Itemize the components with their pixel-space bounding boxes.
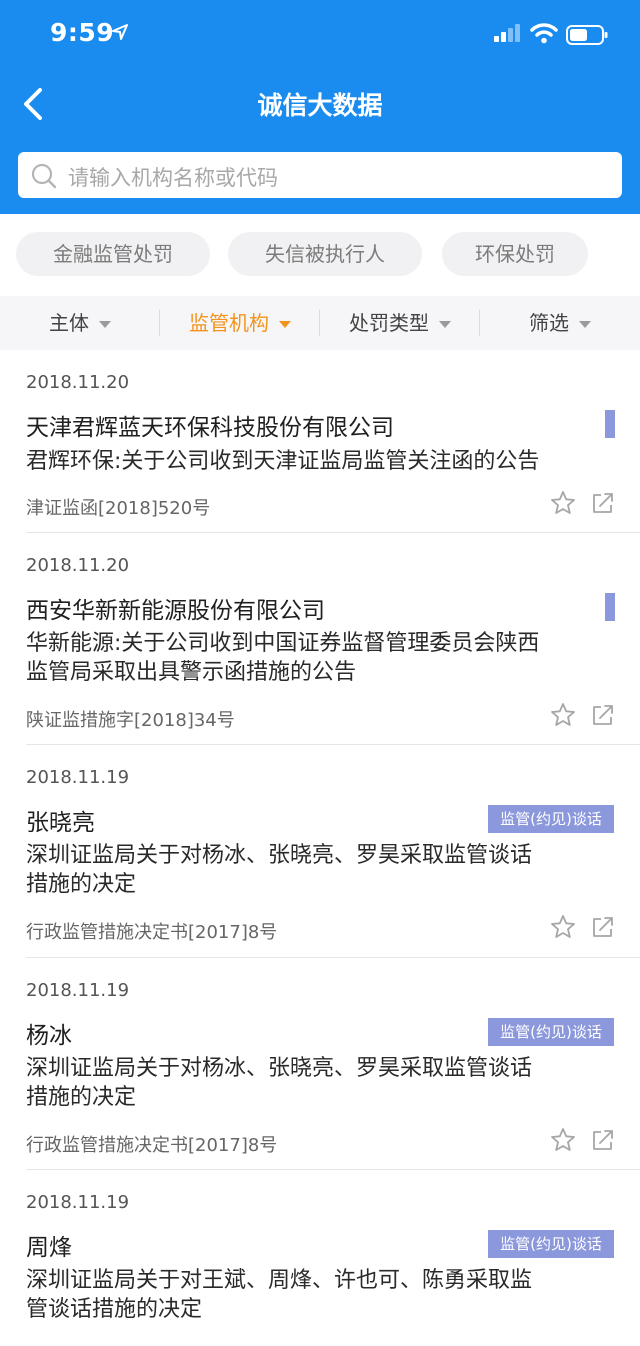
filter-label: 监管机构 [189,311,269,335]
search-input[interactable]: 请输入机构名称或代码 [18,152,622,198]
chip-environmental-penalty[interactable]: 环保处罚 [442,232,588,276]
item-description-line: 君辉环保:关于公司收到天津证监局监管关注函的公告 [26,449,540,474]
item-description: 深圳证监局关于对王斌、周烽、许也可、陈勇采取监 管谈话措施的决定 [26,1266,616,1324]
list-item[interactable]: 2018.11.19 张晓亮 监管(约见)谈话 深圳证监局关于对杨冰、张晓亮、罗… [0,745,640,958]
list-item[interactable]: 2018.11.20 天津君辉蓝天环保科技股份有限公司 君辉环保:关于公司收到天… [0,350,640,533]
chip-financial-penalty[interactable]: 金融监管处罚 [16,232,210,276]
category-chips: 金融监管处罚 失信被执行人 环保处罚 [0,214,640,296]
share-icon[interactable] [590,702,616,728]
item-description-line: 深圳证监局关于对王斌、周烽、许也可、陈勇采取监 [26,1268,533,1293]
chip-dishonest-debtor[interactable]: 失信被执行人 [228,232,422,276]
list-item[interactable]: 2018.11.20 西安华新新能源股份有限公司 华新能源:关于公司收到中国证券… [0,533,640,745]
status-badge: 监管(约见)谈话 [488,1018,614,1046]
search-placeholder: 请输入机构名称或代码 [68,166,278,190]
share-icon[interactable] [590,914,616,940]
item-entity: 杨冰 [26,1023,72,1049]
star-icon[interactable] [550,1127,576,1153]
item-description-line: 深圳证监局关于对杨冰、张晓亮、罗昊采取监管谈话 [26,1056,533,1081]
item-description: 君辉环保:关于公司收到天津证监局监管关注函的公告 [26,447,616,476]
status-time: 9:59 [50,18,115,47]
item-description-line: 管谈话措施的决定 [26,1297,203,1322]
status-badge: 监管(约见)谈话 [488,1230,614,1258]
app-header: 9:59 诚信大数据 请输入机构名称或代码 [0,0,640,214]
caret-down-icon [279,321,291,328]
filter-label: 筛选 [529,311,569,335]
caret-down-icon [439,321,451,328]
share-icon[interactable] [590,1127,616,1153]
item-date: 2018.11.19 [26,980,130,1001]
filter-penalty-type[interactable]: 处罚类型 [320,296,480,350]
wifi-icon [530,23,558,44]
caret-down-icon [579,321,591,328]
share-icon[interactable] [590,490,616,516]
item-description-line: 监管局采取出具警示函措施的公告 [26,660,357,685]
filter-screen[interactable]: 筛选 [480,296,640,350]
location-arrow-icon [112,24,128,40]
item-entity: 张晓亮 [26,810,95,836]
item-reference: 行政监管措施决定书[2017]8号 [26,922,278,943]
cellular-signal-icon [494,24,520,42]
caret-down-icon [99,321,111,328]
status-bar: 9:59 [0,0,640,70]
item-description: 深圳证监局关于对杨冰、张晓亮、罗昊采取监管谈话 措施的决定 [26,841,616,899]
filter-label: 主体 [49,311,89,335]
item-date: 2018.11.20 [26,372,130,393]
filter-subject[interactable]: 主体 [0,296,160,350]
status-badge: 监管(约见)谈话 [488,805,614,833]
item-date: 2018.11.19 [26,767,130,788]
filter-label: 处罚类型 [349,311,429,335]
item-marker [605,410,615,438]
item-description-line: 华新能源:关于公司收到中国证券监督管理委员会陕西 [26,631,540,656]
nav-bar: 诚信大数据 [0,72,640,134]
item-date: 2018.11.20 [26,555,130,576]
item-description-line: 措施的决定 [26,1085,137,1110]
item-date: 2018.11.19 [26,1192,130,1213]
list-item[interactable]: 2018.11.19 周烽 监管(约见)谈话 深圳证监局关于对王斌、周烽、许也可… [0,1170,640,1346]
star-icon[interactable] [550,702,576,728]
item-reference: 行政监管措施决定书[2017]8号 [26,1135,278,1156]
item-description: 华新能源:关于公司收到中国证券监督管理委员会陕西 监管局采取出具警示函措施的公告 [26,629,616,687]
item-marker [605,593,615,621]
item-entity: 天津君辉蓝天环保科技股份有限公司 [26,415,394,441]
list-item[interactable]: 2018.11.19 杨冰 监管(约见)谈话 深圳证监局关于对杨冰、张晓亮、罗昊… [0,958,640,1170]
item-description-line: 深圳证监局关于对杨冰、张晓亮、罗昊采取监管谈话 [26,843,533,868]
filter-bar: 主体 监管机构 处罚类型 筛选 [0,296,640,350]
filter-regulator[interactable]: 监管机构 [160,296,320,350]
item-entity: 西安华新新能源股份有限公司 [26,598,325,624]
item-reference: 陕证监措施字[2018]34号 [26,710,235,731]
star-icon[interactable] [550,914,576,940]
battery-icon [566,25,608,45]
item-reference: 津证监函[2018]520号 [26,498,211,519]
item-description: 深圳证监局关于对杨冰、张晓亮、罗昊采取监管谈话 措施的决定 [26,1054,616,1112]
page-title: 诚信大数据 [257,91,383,120]
item-description-line: 措施的决定 [26,872,137,897]
item-entity: 周烽 [26,1235,72,1261]
star-icon[interactable] [550,490,576,516]
search-icon [31,163,57,189]
